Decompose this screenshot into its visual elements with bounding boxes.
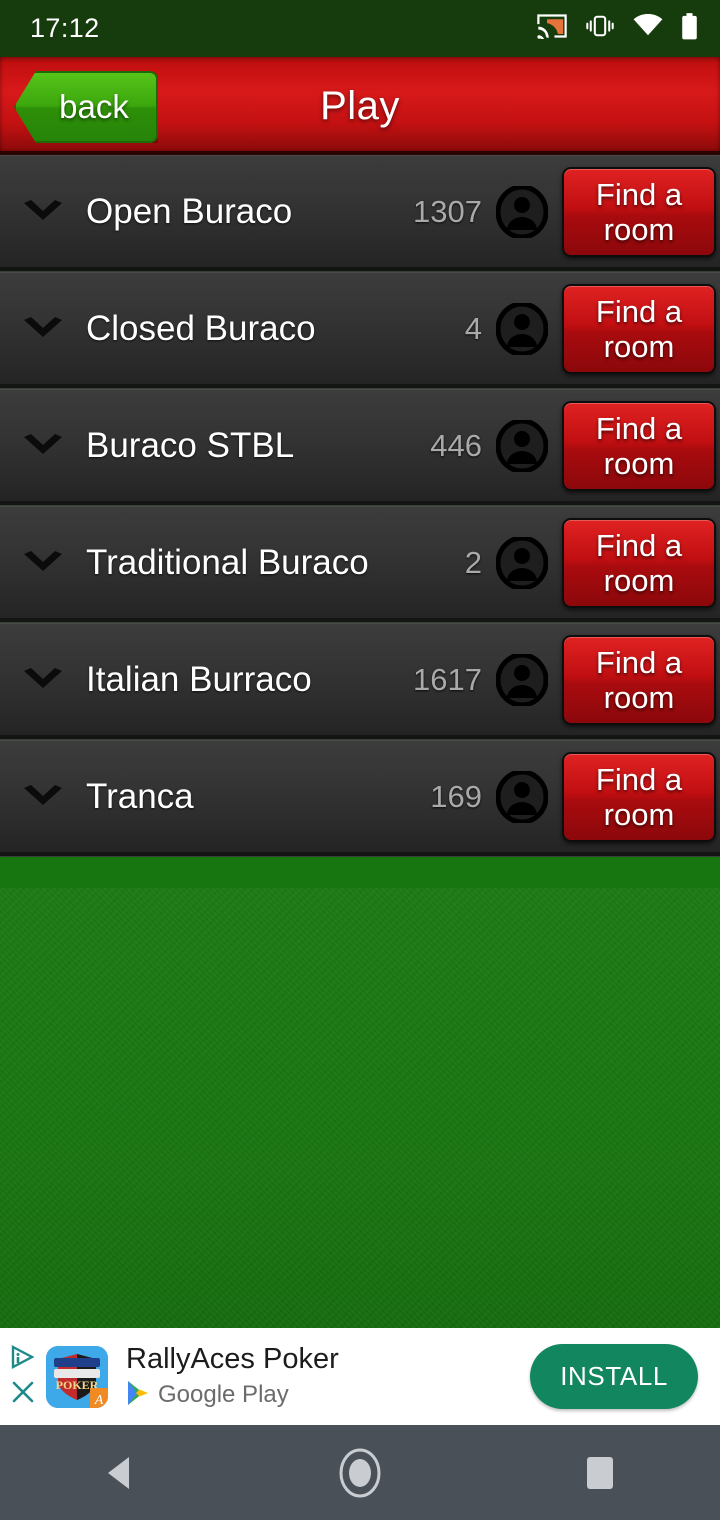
- find-a-room-button[interactable]: Find a room: [562, 400, 716, 491]
- battery-icon: [681, 12, 698, 45]
- find-room-line2: room: [603, 796, 675, 832]
- player-count: 4: [464, 310, 482, 346]
- find-room-line2: room: [603, 562, 675, 598]
- avatar: [496, 419, 548, 472]
- chevron-down-icon[interactable]: [0, 315, 86, 343]
- back-button[interactable]: back: [14, 71, 158, 143]
- find-a-room-button[interactable]: Find a room: [562, 166, 716, 257]
- find-a-room-button[interactable]: Find a room: [562, 751, 716, 842]
- table-row[interactable]: Tranca 169 Find a room: [0, 740, 720, 857]
- svg-text:A: A: [94, 1393, 104, 1408]
- table-row[interactable]: Traditional Buraco 2 Find a room: [0, 506, 720, 623]
- chevron-down-icon[interactable]: [0, 666, 86, 694]
- avatar: [496, 185, 548, 238]
- status-bar: 17:12: [0, 0, 720, 57]
- install-button[interactable]: INSTALL: [530, 1344, 698, 1409]
- nav-recents-icon[interactable]: [540, 1425, 660, 1520]
- ad-store-row: Google Play: [126, 1380, 339, 1411]
- ad-banner[interactable]: POKER A RallyAces Poker Google Play INST…: [0, 1328, 720, 1425]
- find-room-line1: Find a: [595, 761, 683, 797]
- avatar: [496, 536, 548, 589]
- chevron-down-icon[interactable]: [0, 783, 86, 811]
- wifi-icon: [633, 13, 663, 43]
- avatar: [496, 302, 548, 355]
- ad-text-block: RallyAces Poker Google Play: [126, 1343, 339, 1411]
- nav-back-icon[interactable]: [60, 1425, 180, 1520]
- game-mode-name: Traditional Buraco: [86, 543, 369, 582]
- felt-background: [0, 888, 720, 1328]
- nav-home-icon[interactable]: [300, 1425, 420, 1520]
- find-a-room-button[interactable]: Find a room: [562, 634, 716, 725]
- chevron-down-icon[interactable]: [0, 198, 86, 226]
- ad-title: RallyAces Poker: [126, 1342, 339, 1375]
- back-button-label: back: [59, 88, 129, 125]
- avatar: [496, 770, 548, 823]
- table-row[interactable]: Italian Burraco 1617 Find a room: [0, 623, 720, 740]
- player-count: 169: [430, 778, 482, 814]
- status-bar-icons: [537, 12, 698, 45]
- find-room-line1: Find a: [595, 293, 683, 329]
- find-room-line2: room: [603, 445, 675, 481]
- game-mode-name: Buraco STBL: [86, 426, 295, 465]
- page-title: Play: [320, 83, 400, 128]
- vibrate-icon: [585, 14, 615, 43]
- ad-app-icon: POKER A: [46, 1345, 108, 1408]
- google-play-icon: [126, 1380, 150, 1411]
- title-bar: back Play: [0, 57, 720, 155]
- chevron-down-icon[interactable]: [0, 549, 86, 577]
- close-icon[interactable]: [11, 1380, 35, 1409]
- game-mode-name: Open Buraco: [86, 192, 293, 231]
- player-count: 446: [430, 427, 482, 463]
- android-nav-bar: [0, 1425, 720, 1520]
- find-room-line2: room: [603, 328, 675, 364]
- find-room-line1: Find a: [595, 410, 683, 446]
- find-room-line2: room: [603, 679, 675, 715]
- cast-icon: [537, 13, 567, 44]
- find-room-line1: Find a: [595, 176, 683, 212]
- game-mode-name: Closed Buraco: [86, 309, 316, 348]
- find-a-room-button[interactable]: Find a room: [562, 283, 716, 374]
- avatar: [496, 653, 548, 706]
- player-count: 1617: [413, 661, 482, 697]
- ad-badges: [0, 1328, 46, 1425]
- find-room-line1: Find a: [595, 644, 683, 680]
- table-row[interactable]: Open Buraco 1307 Find a room: [0, 155, 720, 272]
- player-count: 1307: [413, 193, 482, 229]
- game-mode-list: Open Buraco 1307 Find a room Closed Burac…: [0, 155, 720, 857]
- table-row[interactable]: Closed Buraco 4 Find a room: [0, 272, 720, 389]
- game-mode-name: Italian Burraco: [86, 660, 312, 699]
- find-a-room-button[interactable]: Find a room: [562, 517, 716, 608]
- find-room-line2: room: [603, 211, 675, 247]
- status-bar-clock: 17:12: [30, 13, 100, 43]
- ad-store-label: Google Play: [158, 1381, 289, 1408]
- find-room-line1: Find a: [595, 527, 683, 563]
- table-row[interactable]: Buraco STBL 446 Find a room: [0, 389, 720, 506]
- player-count: 2: [464, 544, 482, 580]
- chevron-down-icon[interactable]: [0, 432, 86, 460]
- adchoices-icon[interactable]: [10, 1344, 36, 1374]
- game-mode-name: Tranca: [86, 777, 194, 816]
